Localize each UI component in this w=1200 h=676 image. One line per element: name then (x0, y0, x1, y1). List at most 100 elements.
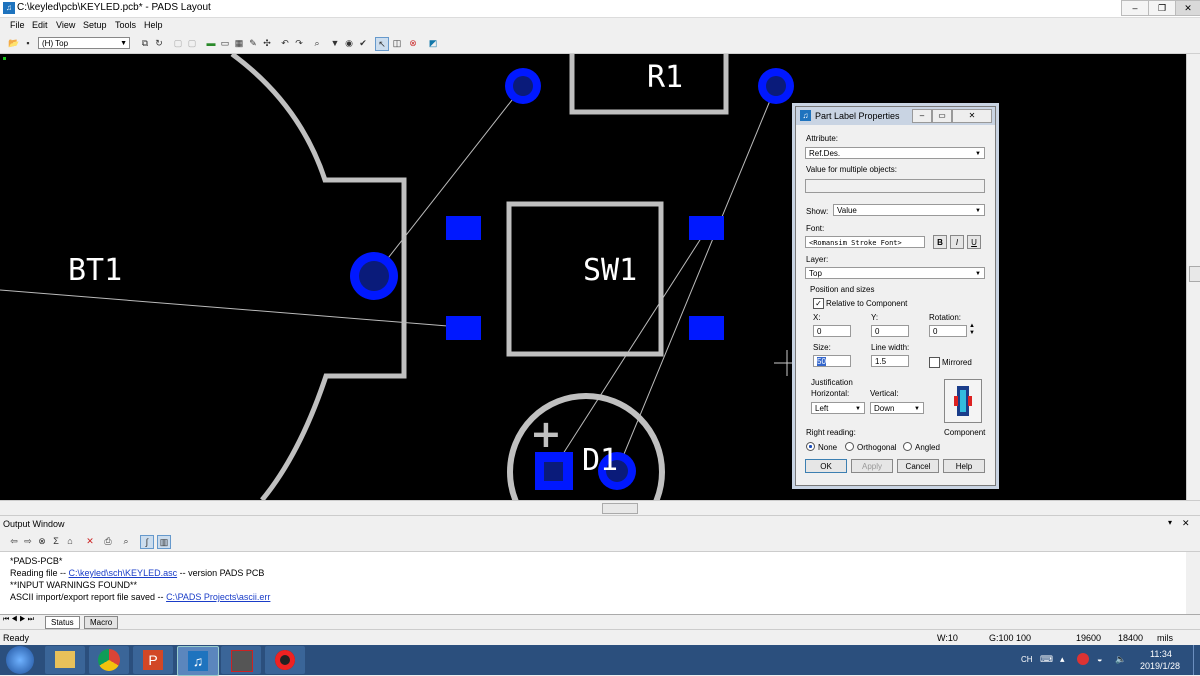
cancel-button[interactable]: Cancel (897, 459, 939, 473)
input-language[interactable]: CH (1021, 655, 1033, 664)
minimize-button[interactable]: – (1121, 0, 1149, 16)
refresh-icon[interactable]: ↻ (153, 37, 165, 49)
scroll-thumb[interactable] (1189, 266, 1200, 282)
maximize-button[interactable]: ▭ (932, 109, 952, 123)
menu-edit[interactable]: Edit (32, 20, 48, 30)
font-select[interactable]: <Romansim Stroke Font> (805, 236, 925, 248)
print-icon[interactable]: ⎙ (102, 535, 114, 547)
volume-icon[interactable]: 🔈 (1115, 654, 1126, 665)
clock-time[interactable]: 11:34 (1150, 649, 1172, 659)
tab-status[interactable]: Status (45, 616, 80, 629)
forward-icon[interactable]: ⇨ (22, 535, 34, 547)
canvas-vertical-scrollbar[interactable] (1186, 54, 1200, 500)
menu-tools[interactable]: Tools (115, 20, 136, 30)
home-icon[interactable]: ⌂ (64, 535, 76, 547)
copy-icon[interactable]: ▢ (172, 37, 184, 49)
save-icon[interactable]: ▪ (22, 37, 34, 49)
route-icon[interactable]: ▬ (205, 37, 217, 49)
design-icon[interactable]: ▦ (233, 37, 245, 49)
script-icon[interactable]: ∫ (140, 535, 154, 549)
layer-select[interactable]: Top ▼ (805, 267, 985, 279)
right-reading-orthogonal-radio[interactable] (845, 442, 854, 451)
scroll-thumb[interactable] (602, 503, 638, 514)
zoom-icon[interactable]: ⌕ (311, 37, 323, 49)
find-icon[interactable]: ⌕ (120, 535, 132, 547)
multi-value-field[interactable] (805, 179, 985, 193)
taskbar-pads-router[interactable] (221, 646, 261, 674)
vertical-select[interactable]: Down ▼ (870, 402, 924, 414)
italic-button[interactable]: I (950, 235, 964, 249)
component-button[interactable] (944, 379, 982, 423)
tray-arrow-icon[interactable]: ▴ (1060, 654, 1065, 665)
layers-icon[interactable]: ▼ (329, 37, 341, 49)
pin-icon[interactable]: ▾ (1168, 518, 1172, 527)
unhighlight-icon[interactable]: ⊗ (407, 37, 419, 49)
dialog-title-bar[interactable]: ♫ Part Label Properties – ▭ ✕ (796, 107, 995, 125)
mirrored-checkbox[interactable] (929, 357, 940, 368)
menu-help[interactable]: Help (144, 20, 163, 30)
taskbar-chrome[interactable] (89, 646, 129, 674)
redo-icon[interactable]: ↷ (293, 37, 305, 49)
maximize-button[interactable]: ❐ (1148, 0, 1176, 16)
menu-file[interactable]: File (10, 20, 25, 30)
horizontal-select[interactable]: Left ▼ (811, 402, 865, 414)
sigma-icon[interactable]: Σ (50, 535, 62, 547)
verify-icon[interactable]: ✔ (357, 37, 369, 49)
apply-button[interactable]: Apply (851, 459, 893, 473)
select-mode-icon[interactable]: ↖ (375, 37, 389, 51)
close-button[interactable]: ✕ (952, 109, 992, 123)
properties-icon[interactable]: ⧉ (139, 37, 151, 49)
table-icon[interactable]: ▥ (157, 535, 171, 549)
start-button[interactable] (6, 646, 34, 674)
drafting-icon[interactable]: ▭ (219, 37, 231, 49)
router-icon[interactable]: ◩ (427, 37, 439, 49)
attribute-select[interactable]: Ref.Des. ▼ (805, 147, 985, 159)
show-desktop-button[interactable] (1193, 645, 1200, 675)
bold-button[interactable]: B (933, 235, 947, 249)
tab-nav-arrows[interactable]: ⏮ ◀ ▶ ⏭ (3, 616, 34, 624)
clock-date[interactable]: 2019/1/28 (1140, 661, 1180, 671)
menu-view[interactable]: View (56, 20, 75, 30)
dimension-icon[interactable]: ✎ (247, 37, 259, 49)
size-field[interactable]: 50 (813, 355, 851, 367)
grid-icon[interactable]: ✣ (261, 37, 273, 49)
antivirus-icon[interactable] (1077, 653, 1089, 665)
output-text-area[interactable]: *PADS-PCB* Reading file -- C:\keyled\sch… (0, 552, 1186, 614)
delete-icon[interactable]: ✕ (84, 535, 96, 547)
minimize-button[interactable]: – (912, 109, 932, 123)
stop-icon[interactable]: ⊗ (36, 535, 48, 547)
ime-icon[interactable]: ⌨ (1040, 654, 1053, 665)
open-icon[interactable]: 📂 (8, 37, 20, 49)
underline-button[interactable]: U (967, 235, 981, 249)
y-field[interactable]: 0 (871, 325, 909, 337)
highlight-icon[interactable]: ◫ (391, 37, 403, 49)
taskbar-pads-layout[interactable]: ♫ (177, 646, 219, 676)
layer-select[interactable]: (H) Top ▼ (38, 37, 130, 49)
relative-checkbox[interactable]: ✓ (813, 298, 824, 309)
file-link[interactable]: C:\PADS Projects\ascii.err (166, 592, 270, 602)
help-button[interactable]: Help (943, 459, 985, 473)
menu-setup[interactable]: Setup (83, 20, 107, 30)
undo-icon[interactable]: ↶ (279, 37, 291, 49)
paste-icon[interactable]: ▢ (186, 37, 198, 49)
right-reading-none-radio[interactable] (806, 442, 815, 451)
taskbar-powerpoint[interactable]: P (133, 646, 173, 674)
taskbar-recorder[interactable] (265, 646, 305, 674)
display-icon[interactable]: ◉ (343, 37, 355, 49)
line-width-field[interactable]: 1.5 (871, 355, 909, 367)
output-vertical-scrollbar[interactable] (1186, 552, 1200, 614)
close-icon[interactable]: ✕ (1182, 518, 1190, 529)
rotation-field[interactable]: 0 (929, 325, 967, 337)
network-icon[interactable]: ◒ (1097, 654, 1102, 664)
tab-macro[interactable]: Macro (84, 616, 119, 629)
right-reading-angled-radio[interactable] (903, 442, 912, 451)
file-link[interactable]: C:\keyled\sch\KEYLED.asc (69, 568, 178, 578)
pcb-canvas[interactable]: BT1 SW1 R1 D1 + (0, 54, 1186, 500)
canvas-horizontal-scrollbar[interactable] (0, 500, 1200, 515)
rotation-spinner-icon[interactable]: ▲ ▼ (969, 323, 975, 337)
back-icon[interactable]: ⇦ (8, 535, 20, 547)
ok-button[interactable]: OK (805, 459, 847, 473)
show-select[interactable]: Value ▼ (833, 204, 985, 216)
taskbar-explorer[interactable] (45, 646, 85, 674)
close-button[interactable]: ✕ (1175, 0, 1200, 16)
